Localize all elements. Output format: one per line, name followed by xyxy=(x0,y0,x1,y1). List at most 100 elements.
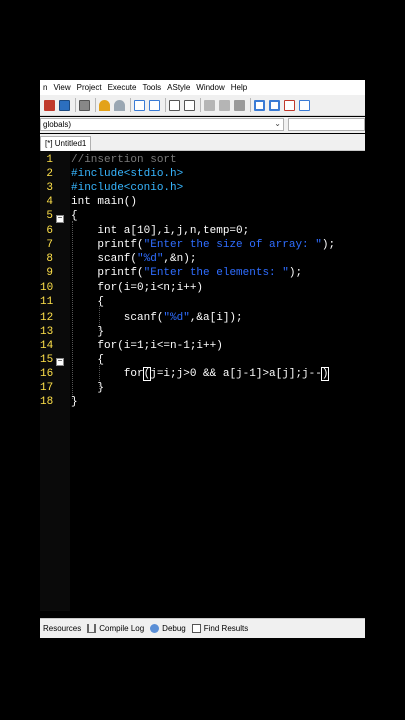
new-class-icon[interactable] xyxy=(269,99,280,111)
code-line-9: printf("Enter the elements: "); xyxy=(71,266,302,280)
code-token: scanf( xyxy=(71,253,138,265)
line-number: 6 xyxy=(46,225,53,237)
menu-window[interactable]: Window xyxy=(193,83,227,92)
tab-compile-log[interactable]: Compile Log xyxy=(87,624,144,633)
code-line-15: { xyxy=(71,354,105,366)
line-number: 12 xyxy=(40,312,54,324)
bookmark-icon[interactable] xyxy=(234,99,245,111)
line-number: 11 xyxy=(40,296,54,308)
compile-log-icon xyxy=(87,624,97,633)
string-literal: "%d" xyxy=(137,253,164,265)
code-token: ); xyxy=(288,267,303,279)
find-results-icon xyxy=(191,624,201,633)
bottom-panel-tabs: Resources Compile Log Debug Find Results xyxy=(40,618,365,638)
menu-view[interactable]: View xyxy=(50,83,73,92)
code-line-18: } xyxy=(71,396,78,408)
code-token: j=i;j>0 && a[j-1]>a[j];j-- xyxy=(150,368,322,380)
forward-icon[interactable] xyxy=(219,99,230,111)
bracket-match: ) xyxy=(320,367,330,381)
line-number: 10 xyxy=(40,282,54,294)
line-number: 7 xyxy=(46,239,53,251)
redo-icon[interactable] xyxy=(114,99,125,111)
code-token: for xyxy=(71,368,144,380)
code-line-2: #include<stdio.h> xyxy=(71,168,184,180)
code-line-11: { xyxy=(71,296,105,308)
tab-label: Find Results xyxy=(203,624,249,633)
run-icon[interactable] xyxy=(59,99,70,111)
code-line-13: } xyxy=(71,326,105,338)
code-line-17: } xyxy=(71,382,105,394)
code-line-12: scanf("%d",&a[i]); xyxy=(71,311,243,325)
insert-icon[interactable] xyxy=(284,99,295,111)
line-number: 3 xyxy=(46,182,53,194)
menu-partial[interactable]: n xyxy=(40,83,50,92)
code-line-16: for(j=i;j>0 && a[j-1]>a[j];j--) xyxy=(71,367,330,381)
code-token: scanf( xyxy=(71,312,164,324)
symbol-dropdown[interactable] xyxy=(288,118,365,131)
unindent-icon[interactable] xyxy=(184,99,195,111)
back-icon[interactable] xyxy=(204,99,215,111)
menu-bar: n View Project Execute Tools AStyle Wind… xyxy=(40,80,365,95)
line-number: 15 xyxy=(40,354,54,366)
menu-tools[interactable]: Tools xyxy=(139,83,164,92)
tab-label: Debug xyxy=(162,624,186,633)
toolbar-separator xyxy=(250,98,251,112)
menu-help[interactable]: Help xyxy=(228,83,250,92)
code-token: ,&n); xyxy=(163,253,197,265)
code-line-7: printf("Enter the size of array: "); xyxy=(71,238,335,252)
code-token: printf( xyxy=(71,267,144,279)
toolbar-separator xyxy=(95,98,96,112)
code-line-10: for(i=0;i<n;i++) xyxy=(71,282,204,294)
code-line-1: //insertion sort xyxy=(71,154,177,166)
code-token: ); xyxy=(321,239,336,251)
line-number-gutter: 1 2 3 4 5 6 7 8 9 10 11 12 13 14 15 16 1… xyxy=(40,151,70,611)
print-icon[interactable] xyxy=(79,99,90,111)
menu-execute[interactable]: Execute xyxy=(105,83,140,92)
line-number: 4 xyxy=(46,196,53,208)
line-number: 5 xyxy=(46,210,53,222)
replace-icon[interactable] xyxy=(149,99,160,111)
code-editor[interactable]: 1 2 3 4 5 6 7 8 9 10 11 12 13 14 15 16 1… xyxy=(40,151,365,611)
line-number: 16 xyxy=(40,368,54,380)
menu-astyle[interactable]: AStyle xyxy=(164,83,193,92)
indent-icon[interactable] xyxy=(169,99,180,111)
chevron-down-icon[interactable]: ⌄ xyxy=(274,118,281,129)
code-line-8: scanf("%d",&n); xyxy=(71,252,196,266)
tab-resources[interactable]: Resources xyxy=(43,624,81,633)
line-number: 13 xyxy=(40,326,54,338)
string-literal: "Enter the size of array: " xyxy=(143,239,322,251)
ide-window: n View Project Execute Tools AStyle Wind… xyxy=(40,80,365,638)
toolbar-separator xyxy=(200,98,201,112)
find-icon[interactable] xyxy=(134,99,145,111)
line-number: 18 xyxy=(40,396,54,408)
toolbar-separator xyxy=(130,98,131,112)
fold-toggle-icon[interactable]: − xyxy=(56,358,64,366)
tab-label: Compile Log xyxy=(99,624,145,633)
code-line-6: int a[10],i,j,n,temp=0; xyxy=(71,225,250,237)
scope-bar: globals) ⌄ xyxy=(40,117,365,133)
code-line-3: #include<conio.h> xyxy=(71,182,184,194)
code-line-5: { xyxy=(71,210,78,222)
string-literal: "Enter the elements: " xyxy=(143,267,289,279)
tab-debug[interactable]: Debug xyxy=(150,624,186,633)
tab-label: Resources xyxy=(43,624,82,633)
class-icon[interactable] xyxy=(254,99,265,111)
string-literal: "%d" xyxy=(163,312,190,324)
compile-icon[interactable] xyxy=(44,99,55,111)
undo-icon[interactable] xyxy=(99,99,110,111)
code-token: printf( xyxy=(71,239,144,251)
toolbar-separator xyxy=(75,98,76,112)
debug-icon xyxy=(150,624,160,633)
line-number: 8 xyxy=(46,253,53,265)
tab-untitled1[interactable]: [*] Untitled1 xyxy=(40,136,92,151)
line-number: 1 xyxy=(46,154,53,166)
line-number: 2 xyxy=(46,168,53,180)
scope-dropdown[interactable]: globals) ⌄ xyxy=(40,118,284,131)
tab-find-results[interactable]: Find Results xyxy=(191,624,249,633)
code-line-4: int main() xyxy=(71,196,138,208)
toolbar xyxy=(40,95,365,116)
fold-toggle-icon[interactable]: − xyxy=(56,215,64,223)
check-icon[interactable] xyxy=(299,99,310,111)
menu-project[interactable]: Project xyxy=(74,83,105,92)
line-number: 17 xyxy=(40,382,54,394)
